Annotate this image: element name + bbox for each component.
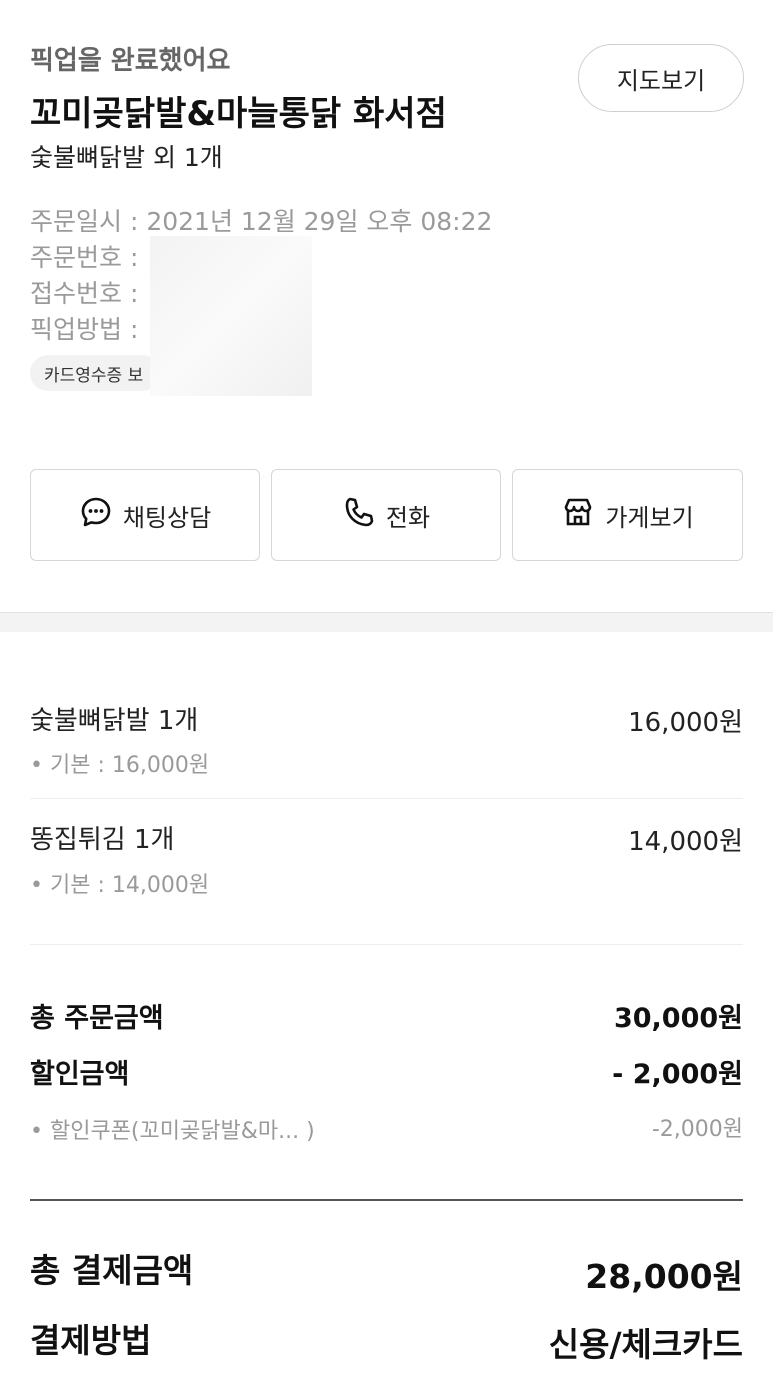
item-name: 똥집튀김 1개 — [30, 825, 175, 855]
map-button[interactable]: 지도보기 — [578, 44, 744, 112]
order-date-row: 주문일시 : 2021년 12월 29일 오후 08:22 — [30, 202, 492, 238]
payment-total-value: 28,000원 — [585, 1257, 743, 1296]
store-name: 꼬미곶닭발&마늘통닭 화서점 — [30, 94, 447, 134]
chat-bubble-icon — [79, 495, 113, 535]
payment-method-value: 신용/체크카드 — [548, 1325, 743, 1364]
view-store-button[interactable]: 가게보기 — [512, 469, 743, 561]
item-name: 숯불뼈닭발 1개 — [30, 706, 199, 736]
redacted-area — [150, 236, 312, 396]
order-total-value: 30,000원 — [613, 1003, 743, 1034]
order-total-label: 총 주문금액 — [30, 1003, 164, 1034]
order-date-label: 주문일시 : — [30, 207, 147, 236]
section-divider — [0, 612, 773, 632]
order-number-label: 주문번호 : — [30, 243, 139, 272]
item-divider — [30, 798, 743, 799]
receipt-number-label: 접수번호 : — [30, 279, 139, 308]
pickup-method-label: 픽업방법 : — [30, 315, 139, 344]
items-divider — [30, 944, 743, 945]
payment-total-label: 총 결제금액 — [30, 1251, 194, 1290]
order-status: 픽업을 완료했어요 — [30, 46, 231, 76]
coupon-value: -2,000원 — [651, 1117, 743, 1142]
coupon-label: • 할인쿠폰(꼬미곶닭발&마... ) — [30, 1119, 315, 1144]
discount-label: 할인금액 — [30, 1059, 130, 1090]
order-summary: 숯불뼈닭발 외 1개 — [30, 143, 223, 172]
payment-method-label: 결제방법 — [30, 1321, 152, 1360]
phone-icon — [342, 495, 376, 535]
total-divider — [30, 1199, 743, 1201]
store-icon — [561, 495, 595, 535]
card-receipt-button[interactable]: 카드영수증 보 — [30, 355, 160, 391]
view-store-label: 가게보기 — [605, 503, 694, 532]
item-price: 14,000원 — [628, 827, 743, 857]
order-date-value: 2021년 12월 29일 오후 08:22 — [146, 207, 493, 236]
discount-value: - 2,000원 — [612, 1059, 743, 1090]
item-option: • 기본 : 16,000원 — [30, 753, 210, 778]
chat-consult-label: 채팅상담 — [122, 503, 212, 532]
item-price: 16,000원 — [628, 708, 743, 738]
call-label: 전화 — [385, 503, 431, 532]
item-option: • 기본 : 14,000원 — [30, 873, 210, 898]
chat-consult-button[interactable]: 채팅상담 — [30, 469, 260, 561]
call-button[interactable]: 전화 — [271, 469, 501, 561]
